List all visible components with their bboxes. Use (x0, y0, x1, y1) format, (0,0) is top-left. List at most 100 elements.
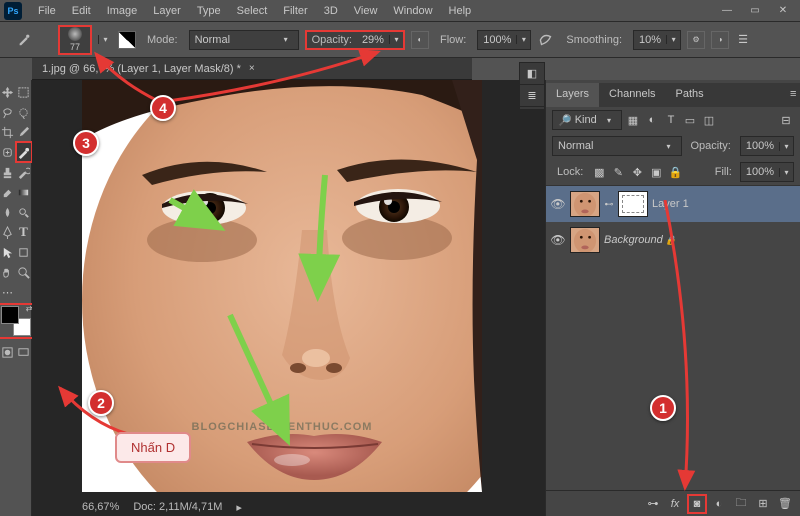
flow-field[interactable]: 100% ▾ (477, 30, 531, 50)
visibility-icon[interactable]: 👁 (550, 233, 566, 247)
menu-select[interactable]: Select (229, 2, 276, 20)
close-button[interactable]: ✕ (770, 3, 796, 19)
eraser-tool[interactable] (0, 182, 16, 202)
collapsed-panel-icon[interactable]: ◧ (520, 63, 544, 85)
healing-tool[interactable] (0, 142, 16, 162)
lock-pixels-icon[interactable]: ▩ (591, 164, 607, 180)
menu-file[interactable]: File (30, 2, 64, 20)
menu-filter[interactable]: Filter (275, 2, 315, 20)
layer-thumbnail[interactable] (570, 227, 600, 253)
filter-kind-select[interactable]: 🔎Kind▾ (552, 110, 622, 130)
gradient-tool[interactable] (16, 182, 32, 202)
brush-tool[interactable] (16, 142, 32, 162)
lock-all-icon[interactable]: 🔒 (667, 164, 683, 180)
fx-icon[interactable]: fx (666, 495, 684, 513)
annotation-badge-1: 1 (650, 395, 676, 421)
panel-menu-icon[interactable]: ≡ (780, 83, 800, 107)
tab-paths[interactable]: Paths (666, 83, 714, 107)
menu-edit[interactable]: Edit (64, 2, 99, 20)
layer-blend-select[interactable]: Normal▾ (552, 136, 682, 156)
collapsed-panel-icon[interactable]: ≣ (520, 85, 544, 107)
shape-tool[interactable] (16, 242, 32, 262)
filter-pixel-icon[interactable]: ▦ (625, 112, 641, 128)
filter-type-icon[interactable]: T (663, 112, 679, 128)
quickmask-tool[interactable] (0, 342, 16, 362)
lock-position-icon[interactable]: ✥ (629, 164, 645, 180)
edit-toolbar[interactable]: ⋯ (0, 282, 16, 302)
layer-opacity-value: 100% (741, 140, 779, 152)
group-icon[interactable]: 🗀 (732, 495, 750, 513)
filter-adjust-icon[interactable]: ◐ (644, 112, 660, 128)
screenmode-tool[interactable] (16, 342, 32, 362)
opacity-label: Opacity: (307, 34, 357, 46)
pen-tool[interactable] (0, 222, 16, 242)
new-layer-icon[interactable]: ⊞ (754, 495, 772, 513)
tools-panel: T ⋯ ⇄ (0, 80, 32, 516)
menu-type[interactable]: Type (189, 2, 229, 20)
airbrush-icon[interactable] (537, 31, 555, 49)
add-mask-icon[interactable]: ◙ (688, 495, 706, 513)
chevron-down-icon[interactable]: ▾ (516, 35, 530, 44)
dodge-tool[interactable] (16, 202, 32, 222)
lasso-tool[interactable] (0, 102, 16, 122)
brush-dropdown-icon[interactable]: ▾ (98, 35, 112, 44)
blur-tool[interactable] (0, 202, 16, 222)
tab-channels[interactable]: Channels (599, 83, 665, 107)
layer-opacity-label: Opacity: (686, 140, 736, 152)
adjustment-layer-icon[interactable]: ◐ (710, 495, 728, 513)
layer-opacity-field[interactable]: 100%▾ (740, 136, 794, 156)
foreground-color[interactable] (1, 306, 19, 324)
filter-smart-icon[interactable]: ◫ (701, 112, 717, 128)
pressure-size-icon[interactable]: ◑ (711, 31, 729, 49)
status-arrow-icon[interactable]: ▸ (236, 501, 242, 514)
layer-thumbnail[interactable] (570, 191, 600, 217)
stamp-tool[interactable] (0, 162, 16, 182)
current-tool-icon[interactable] (8, 30, 40, 50)
annotation-callout: Nhấn D (115, 432, 191, 463)
chevron-down-icon[interactable]: ▾ (389, 35, 403, 44)
delete-layer-icon[interactable]: 🗑 (776, 495, 794, 513)
tab-layers[interactable]: Layers (546, 83, 599, 107)
link-layers-icon[interactable]: ⊶ (644, 495, 662, 513)
zoom-tool[interactable] (16, 262, 32, 282)
filter-shape-icon[interactable]: ▭ (682, 112, 698, 128)
maximize-button[interactable]: ▭ (742, 3, 768, 19)
color-swatches[interactable]: ⇄ (1, 306, 31, 336)
menu-help[interactable]: Help (441, 2, 480, 20)
hand-tool[interactable] (0, 262, 16, 282)
smoothing-options-icon[interactable]: ⚙ (687, 31, 705, 49)
doc-size[interactable]: Doc: 2,11M/4,71M (133, 501, 222, 514)
minimize-button[interactable]: — (714, 3, 740, 19)
lock-artboard-icon[interactable]: ▣ (648, 164, 664, 180)
pressure-opacity-icon[interactable]: ◐ (411, 31, 429, 49)
menu-3d[interactable]: 3D (316, 2, 346, 20)
chevron-down-icon[interactable]: ▾ (779, 168, 793, 177)
menu-view[interactable]: View (346, 2, 386, 20)
type-tool[interactable]: T (16, 222, 32, 242)
layer-fill-field[interactable]: 100%▾ (740, 162, 794, 182)
path-select-tool[interactable] (0, 242, 16, 262)
symmetry-icon[interactable]: ☰ (735, 30, 751, 50)
chevron-down-icon: ▾ (662, 142, 676, 151)
eyedropper-tool[interactable] (16, 122, 32, 142)
filter-toggle[interactable]: ⊟ (778, 112, 794, 128)
menu-bar: Ps File Edit Image Layer Type Select Fil… (0, 0, 800, 22)
history-brush-tool[interactable] (16, 162, 32, 182)
menu-layer[interactable]: Layer (145, 2, 189, 20)
menu-window[interactable]: Window (385, 2, 440, 20)
mask-link-icon[interactable]: ⊷ (604, 199, 614, 210)
crop-tool[interactable] (0, 122, 16, 142)
mode-label: Mode: (142, 34, 183, 46)
quick-select-tool[interactable] (16, 102, 32, 122)
lock-paint-icon[interactable]: ✎ (610, 164, 626, 180)
app-logo: Ps (4, 2, 22, 20)
smoothing-field[interactable]: 10% ▾ (633, 30, 681, 50)
move-tool[interactable] (0, 82, 16, 102)
zoom-level[interactable]: 66,67% (82, 501, 119, 514)
brush-preview-icon (68, 27, 82, 41)
menu-image[interactable]: Image (99, 2, 146, 20)
visibility-icon[interactable]: 👁 (550, 197, 566, 211)
chevron-down-icon[interactable]: ▾ (666, 35, 680, 44)
marquee-tool[interactable] (16, 82, 32, 102)
chevron-down-icon[interactable]: ▾ (779, 142, 793, 151)
